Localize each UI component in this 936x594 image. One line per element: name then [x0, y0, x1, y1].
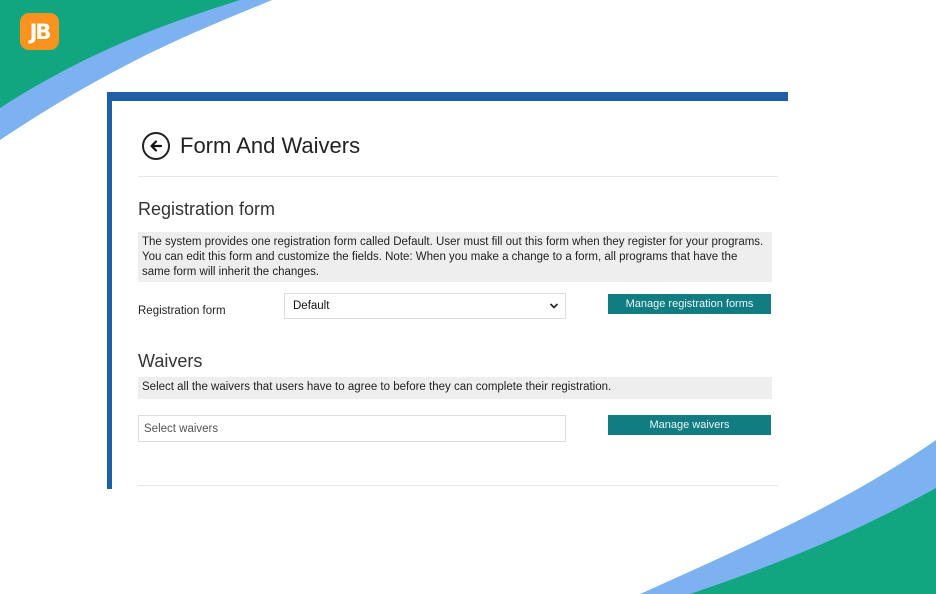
header-divider [138, 176, 778, 177]
registration-section-title: Registration form [138, 199, 276, 219]
arrow-left-circle-icon [150, 140, 163, 152]
select-waivers-input[interactable] [138, 415, 566, 442]
app-window: Form And Waivers Registration form The s… [107, 92, 788, 489]
page-title: Form And Waivers [180, 133, 361, 158]
waivers-section-title: Waivers [138, 351, 203, 371]
jb-logo: JB [20, 13, 59, 50]
registration-form-select[interactable]: Default [284, 293, 566, 319]
registration-info-box: The system provides one registration for… [138, 232, 772, 282]
bottom-divider [138, 485, 778, 486]
back-button[interactable] [142, 132, 170, 160]
manage-registration-forms-button[interactable]: Manage registration forms [608, 294, 771, 314]
waivers-info-box: Select all the waivers that users have t… [138, 377, 772, 399]
chevron-down-icon [549, 303, 559, 309]
registration-form-selected-value: Default [293, 300, 330, 312]
manage-waivers-button[interactable]: Manage waivers [608, 415, 771, 435]
page-header: Form And Waivers [142, 132, 360, 160]
registration-form-label: Registration form [138, 305, 226, 317]
